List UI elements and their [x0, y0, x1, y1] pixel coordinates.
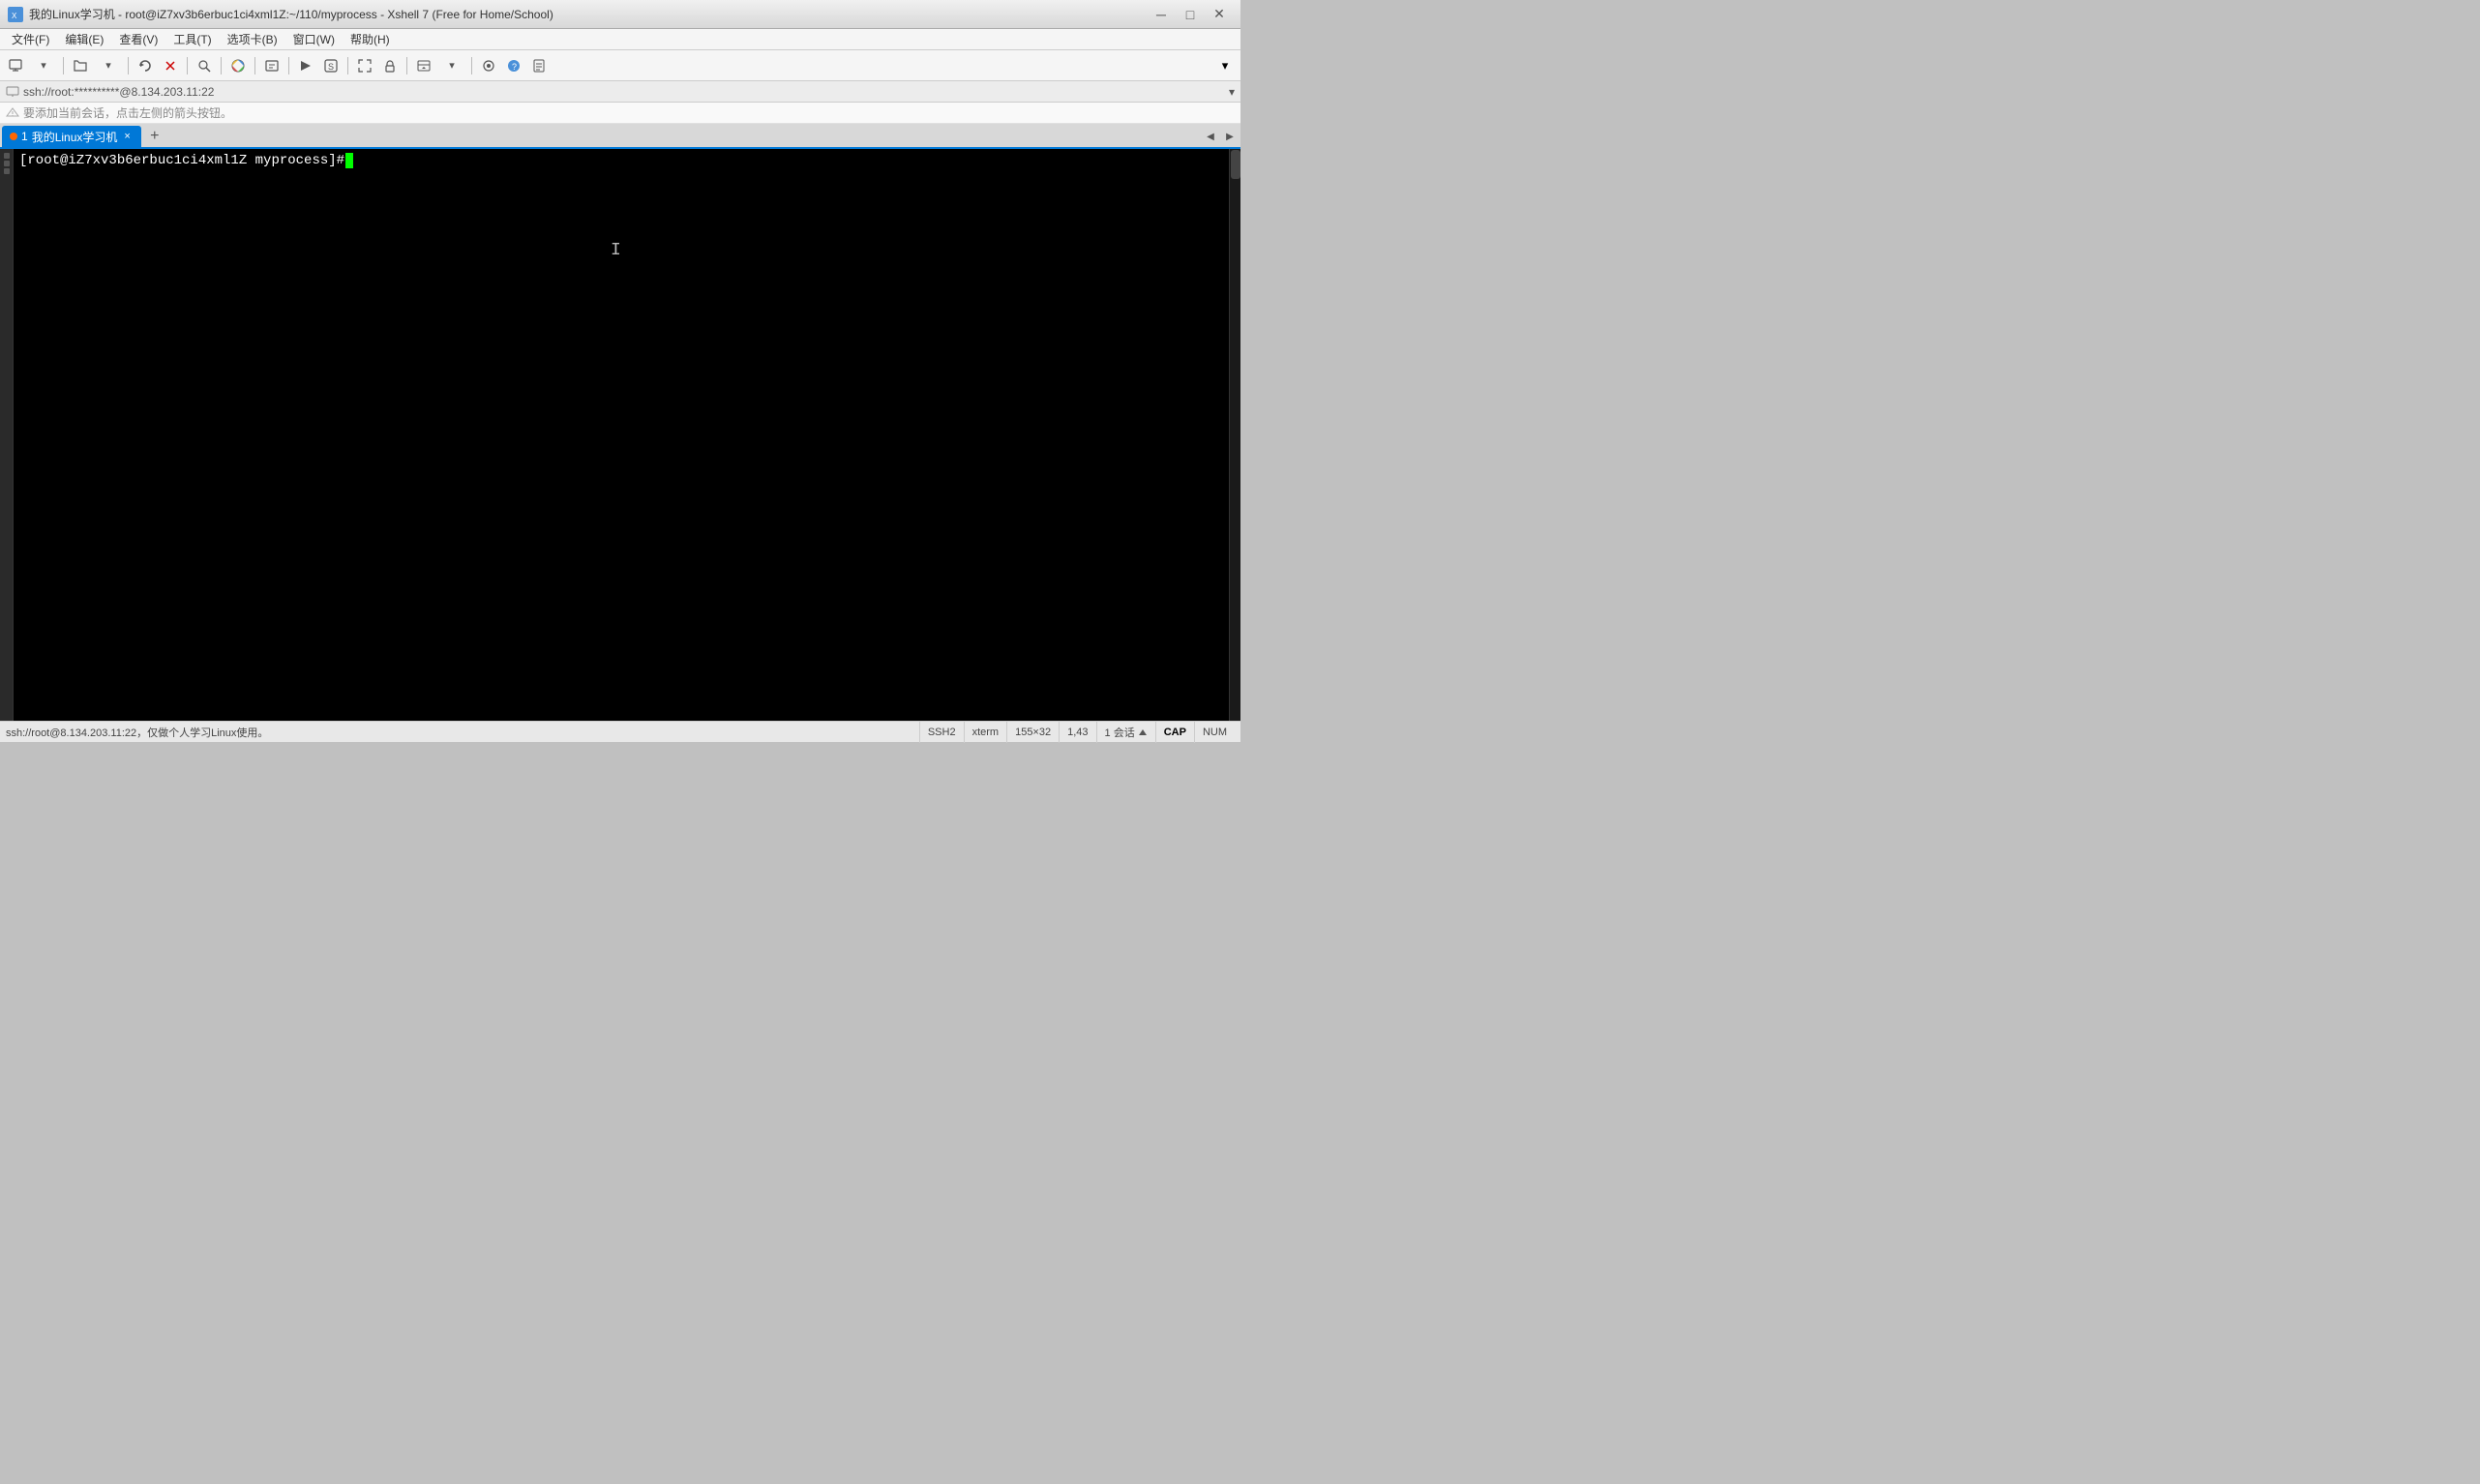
status-cursor-pos: 1,43	[1059, 722, 1095, 743]
toolbar-sep-7	[347, 57, 348, 74]
fullscreen-button[interactable]	[353, 54, 376, 77]
terminal-scrollbar[interactable]	[1229, 149, 1240, 721]
status-num: NUM	[1194, 722, 1235, 743]
log-button[interactable]	[527, 54, 551, 77]
title-bar: X 我的Linux学习机 - root@iZ7xv3b6erbuc1ci4xml…	[0, 0, 1240, 29]
menu-help[interactable]: 帮助(H)	[343, 29, 398, 49]
toolbar-sep-2	[128, 57, 129, 74]
script-button[interactable]: S	[319, 54, 343, 77]
tab-close-button[interactable]: ×	[121, 130, 133, 143]
status-message: ssh://root@8.134.203.11:22，仅做个人学习Linux使用…	[6, 725, 919, 740]
session-url: ssh://root:**********@8.134.203.11:22	[23, 85, 214, 99]
compose-button[interactable]	[260, 54, 284, 77]
toolbar-sep-9	[471, 57, 472, 74]
menu-edit[interactable]: 编辑(E)	[57, 29, 111, 49]
menu-tabs[interactable]: 选项卡(B)	[220, 29, 285, 49]
tab-navigation: ◀ ▶	[1202, 128, 1239, 147]
title-bar-left: X 我的Linux学习机 - root@iZ7xv3b6erbuc1ci4xml…	[8, 6, 553, 22]
terminal[interactable]: [root@iZ7xv3b6erbuc1ci4xml1Z myprocess]#…	[14, 149, 1229, 721]
toolbar-sep-8	[406, 57, 407, 74]
toolbar: ▾ ▾	[0, 50, 1240, 81]
status-bar: ssh://root@8.134.203.11:22，仅做个人学习Linux使用…	[0, 721, 1240, 742]
scrollbar-thumb[interactable]	[1231, 150, 1240, 179]
status-sessions: 1 会话	[1096, 722, 1155, 743]
menu-file[interactable]: 文件(F)	[4, 29, 57, 49]
lock-button[interactable]	[378, 54, 402, 77]
side-dot-1	[4, 153, 10, 159]
toolbar-sep-6	[288, 57, 289, 74]
open-dropdown[interactable]: ▾	[94, 54, 123, 77]
open-button[interactable]	[69, 54, 92, 77]
ssh-icon	[6, 85, 19, 99]
status-protocol: SSH2	[919, 722, 964, 743]
window-title: 我的Linux学习机 - root@iZ7xv3b6erbuc1ci4xml1Z…	[29, 6, 553, 22]
notice-icon	[6, 106, 19, 120]
maximize-button[interactable]: □	[1177, 4, 1204, 25]
tab-status-dot	[10, 133, 17, 140]
mouse-cursor: I	[611, 241, 621, 260]
close-button[interactable]: ✕	[1206, 4, 1233, 25]
side-dot-2	[4, 161, 10, 166]
side-panel	[0, 149, 14, 721]
help-button[interactable]: ?	[502, 54, 525, 77]
size-value: 155×32	[1015, 727, 1051, 738]
status-size: 155×32	[1006, 722, 1059, 743]
search-button[interactable]	[193, 54, 216, 77]
session-dropdown[interactable]: ▾	[1229, 85, 1235, 99]
tab-next-button[interactable]: ▶	[1221, 128, 1239, 145]
terminal-container: [root@iZ7xv3b6erbuc1ci4xml1Z myprocess]#…	[0, 149, 1240, 721]
menu-view[interactable]: 查看(V)	[111, 29, 165, 49]
status-right: SSH2 xterm 155×32 1,43 1 会话 CAP NUM	[919, 722, 1235, 743]
minimize-button[interactable]: ─	[1148, 4, 1175, 25]
status-cap: CAP	[1155, 722, 1194, 743]
side-dot-3	[4, 168, 10, 174]
prompt-line: [root@iZ7xv3b6erbuc1ci4xml1Z myprocess]#	[19, 153, 1223, 168]
color-button[interactable]	[226, 54, 250, 77]
session-bar: ssh://root:**********@8.134.203.11:22 ▾	[0, 81, 1240, 103]
disconnect-button[interactable]	[159, 54, 182, 77]
svg-text:S: S	[328, 62, 334, 72]
sftp-button[interactable]	[412, 54, 435, 77]
menu-tools[interactable]: 工具(T)	[165, 29, 219, 49]
reconnect-button[interactable]	[134, 54, 157, 77]
tab-label: 我的Linux学习机	[32, 129, 118, 145]
tab-linux-machine[interactable]: 1 我的Linux学习机 ×	[2, 126, 141, 147]
sftp-dropdown[interactable]: ▾	[437, 54, 466, 77]
prompt-text: [root@iZ7xv3b6erbuc1ci4xml1Z myprocess]#	[19, 153, 344, 168]
properties-button[interactable]	[477, 54, 500, 77]
menu-window[interactable]: 窗口(W)	[285, 29, 343, 49]
add-tab-button[interactable]: +	[144, 126, 165, 147]
sessions-value: 1 会话	[1105, 725, 1135, 740]
svg-text:?: ?	[512, 62, 517, 72]
status-term: xterm	[964, 722, 1007, 743]
tab-prev-button[interactable]: ◀	[1202, 128, 1219, 145]
toolbar-overflow[interactable]: ▾	[1213, 54, 1237, 77]
tab-number: 1	[21, 130, 28, 143]
new-session-dropdown[interactable]: ▾	[29, 54, 58, 77]
app-icon: X	[8, 7, 23, 22]
toolbar-sep-5	[254, 57, 255, 74]
toolbar-sep-1	[63, 57, 64, 74]
toolbar-sep-3	[187, 57, 188, 74]
notice-bar: 要添加当前会话，点击左侧的箭头按钮。	[0, 103, 1240, 124]
new-session-button[interactable]	[4, 54, 27, 77]
tab-bar: 1 我的Linux学习机 × + ◀ ▶	[0, 124, 1240, 149]
sessions-icon	[1138, 727, 1148, 737]
window-controls: ─ □ ✕	[1148, 4, 1233, 25]
terminal-cursor	[345, 153, 353, 168]
toolbar-sep-4	[221, 57, 222, 74]
notice-text: 要添加当前会话，点击左侧的箭头按钮。	[23, 104, 232, 121]
menu-bar: 文件(F) 编辑(E) 查看(V) 工具(T) 选项卡(B) 窗口(W) 帮助(…	[0, 29, 1240, 50]
macro-button[interactable]	[294, 54, 317, 77]
svg-text:X: X	[12, 12, 17, 19]
